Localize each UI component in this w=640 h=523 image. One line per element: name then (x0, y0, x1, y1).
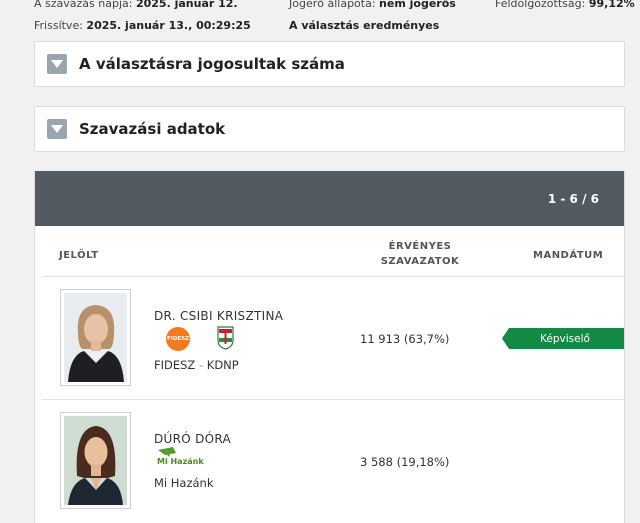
candidate-photo (60, 412, 131, 509)
column-header-candidate: JELÖLT (59, 250, 99, 261)
processed-label: Feldolgozottság: (495, 0, 586, 10)
fidesz-logo-icon: FIDESZ (166, 327, 190, 351)
mi-hazank-logo-text: Mi Hazánk (157, 457, 204, 466)
expand-toggle-icon[interactable] (47, 54, 67, 74)
legal-status-label: Jogerő állapota: (289, 0, 376, 10)
legal-status: Jogerő állapota: nem jogerős (289, 0, 456, 10)
kdnp-logo-icon (217, 326, 234, 350)
candidate-votes: 3 588 (19,18%) (360, 455, 450, 469)
election-day: A szavazás napja: 2025. január 12. (34, 0, 238, 10)
table-row: DÚRÓ DÓRA Mi Hazánk Mi Hazánk 3 588 (19,… (35, 400, 624, 522)
results-table: 1 - 6 / 6 JELÖLT ÉRVÉNYES SZAVAZATOK MAN… (34, 171, 625, 523)
table-row: DR. CSIBI KRISZTINA FIDESZ FIDESZ - KDNP… (35, 277, 624, 399)
party-separator: - (195, 358, 207, 372)
valid-votes-line2: SZAVAZATOK (380, 256, 460, 267)
candidate-party: Mi Hazánk (154, 476, 214, 490)
portrait-image (64, 416, 127, 505)
expand-toggle-icon[interactable] (47, 119, 67, 139)
valid-votes-line1: ÉRVÉNYES (388, 241, 452, 252)
party-name-kdnp: KDNP (206, 358, 239, 372)
candidate-name: DR. CSIBI KRISZTINA (154, 309, 284, 323)
eligible-voters-title: A választásra jogosultak száma (79, 55, 345, 73)
mi-hazank-logo-icon: Mi Hazánk (155, 446, 204, 470)
updated: Frissítve: 2025. január 13., 00:29:25 (34, 19, 251, 32)
election-day-value: 2025. január 12. (135, 0, 238, 10)
candidate-photo (60, 289, 131, 386)
column-header-mandate: MANDÁTUM (533, 250, 604, 261)
results-header-bar: 1 - 6 / 6 (35, 171, 624, 226)
voting-data-panel[interactable]: Szavazási adatok (34, 106, 625, 152)
fidesz-logo-text: FIDESZ (166, 336, 190, 342)
column-header-valid-votes: ÉRVÉNYES SZAVAZATOK (360, 239, 480, 269)
updated-value: 2025. január 13., 00:29:25 (86, 19, 251, 32)
candidate-name: DÚRÓ DÓRA (154, 432, 232, 446)
legal-status-value: nem jogerős (379, 0, 456, 10)
processed-value: 99,12% (588, 0, 635, 10)
updated-label: Frissítve: (34, 19, 83, 32)
voting-data-title: Szavazási adatok (79, 120, 226, 138)
result-status-text: A választás eredményes (289, 19, 440, 32)
election-day-label: A szavazás napja: (34, 0, 133, 10)
candidate-votes: 11 913 (63,7%) (360, 332, 450, 346)
processed: Feldolgozottság: 99,12% (495, 0, 635, 10)
mandate-badge: Képviselő (502, 328, 624, 349)
candidate-party: FIDESZ - KDNP (154, 358, 239, 372)
result-status: A választás eredményes (289, 19, 439, 32)
party-name-fidesz: FIDESZ (154, 358, 196, 372)
pagination-info: 1 - 6 / 6 (547, 192, 599, 206)
portrait-image (64, 293, 127, 382)
eligible-voters-panel[interactable]: A választásra jogosultak száma (34, 41, 625, 87)
